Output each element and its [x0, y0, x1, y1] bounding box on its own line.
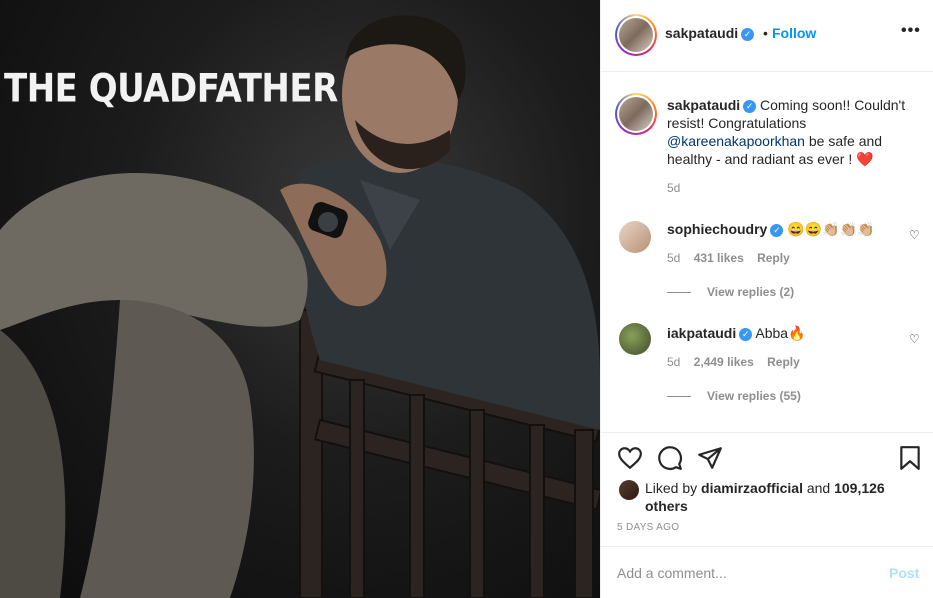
comment-reply-button[interactable]: Reply [767, 355, 800, 369]
photo-overlay-title: THE QUADFATHER [4, 66, 338, 112]
comment-like-icon[interactable]: ♡ [909, 228, 920, 242]
liked-by-text: Liked by diamirzaofficial and 109,126 ot… [645, 479, 915, 515]
verified-badge-icon: ✓ [741, 27, 755, 41]
comment-username[interactable]: iakpataudi [667, 325, 736, 341]
caption-avatar[interactable] [615, 93, 657, 135]
comment-bubble-icon[interactable] [657, 445, 683, 471]
comment-age: 5d [667, 251, 681, 265]
comment-item: sophiechoudry ✓ 😄😄👏🏼👏🏼👏🏼 [667, 221, 874, 238]
liked-by-and: and [806, 480, 831, 496]
post-photo[interactable]: THE QUADFATHER [0, 0, 600, 598]
comment-text: 😄😄👏🏼👏🏼👏🏼 [787, 221, 875, 237]
verified-badge-icon: ✓ [743, 99, 757, 113]
liked-by-avatar[interactable] [619, 480, 639, 500]
follow-button[interactable]: Follow [772, 25, 816, 41]
caption-mention-link[interactable]: @kareenakapoorkhan [667, 133, 805, 149]
post-sidebar: sakpataudi ✓ • Follow ••• sakpataudi ✓ Com… [600, 0, 933, 598]
liked-by-prefix: Liked by [645, 480, 698, 496]
author-avatar[interactable] [615, 14, 657, 56]
comment-meta: 5d 2,449 likes Reply [667, 355, 800, 369]
liked-by-user[interactable]: diamirzaofficial [701, 480, 803, 496]
replies-divider [667, 292, 691, 294]
comment-username[interactable]: sophiechoudry [667, 221, 767, 237]
post-header: sakpataudi ✓ • Follow ••• [601, 0, 933, 72]
comment-reply-button[interactable]: Reply [757, 251, 790, 265]
view-replies-label: View replies (2) [707, 285, 795, 299]
comment-like-icon[interactable]: ♡ [909, 332, 920, 346]
post-comment-button[interactable]: Post [889, 565, 919, 581]
comment-avatar[interactable] [619, 323, 651, 355]
verified-badge-icon: ✓ [770, 223, 784, 237]
verified-badge-icon: ✓ [739, 327, 753, 341]
like-heart-icon[interactable] [617, 445, 643, 471]
author-username-row[interactable]: sakpataudi ✓ [665, 25, 755, 41]
add-comment-input[interactable] [617, 561, 867, 585]
post-actions: Liked by diamirzaofficial and 109,126 ot… [601, 432, 933, 546]
share-send-icon[interactable] [697, 445, 723, 471]
more-options-icon[interactable]: ••• [901, 22, 921, 40]
comment-likes[interactable]: 431 likes [694, 251, 744, 265]
comment-item: iakpataudi ✓ Abba🔥 [667, 325, 806, 342]
view-replies-button[interactable]: View replies (55) [667, 389, 801, 403]
comment-text: Abba🔥 [755, 325, 806, 341]
view-replies-label: View replies (55) [707, 389, 801, 403]
comments-list[interactable]: sakpataudi ✓ Coming soon!! Couldn't resis… [601, 73, 933, 431]
view-replies-button[interactable]: View replies (2) [667, 285, 794, 299]
comment-age: 5d [667, 355, 681, 369]
save-bookmark-icon[interactable] [897, 445, 923, 471]
comment-likes[interactable]: 2,449 likes [694, 355, 754, 369]
comment-avatar[interactable] [619, 221, 651, 253]
header-separator: • [763, 25, 768, 41]
author-username[interactable]: sakpataudi [665, 25, 738, 41]
replies-divider [667, 396, 691, 398]
caption-age: 5d [667, 181, 681, 195]
caption-text: sakpataudi ✓ Coming soon!! Couldn't resis… [667, 96, 919, 168]
comment-meta: 5d 431 likes Reply [667, 251, 790, 265]
post-timestamp[interactable]: 5 DAYS AGO [617, 522, 679, 533]
add-comment-bar: Post [601, 546, 933, 598]
caption-username[interactable]: sakpataudi [667, 97, 740, 113]
